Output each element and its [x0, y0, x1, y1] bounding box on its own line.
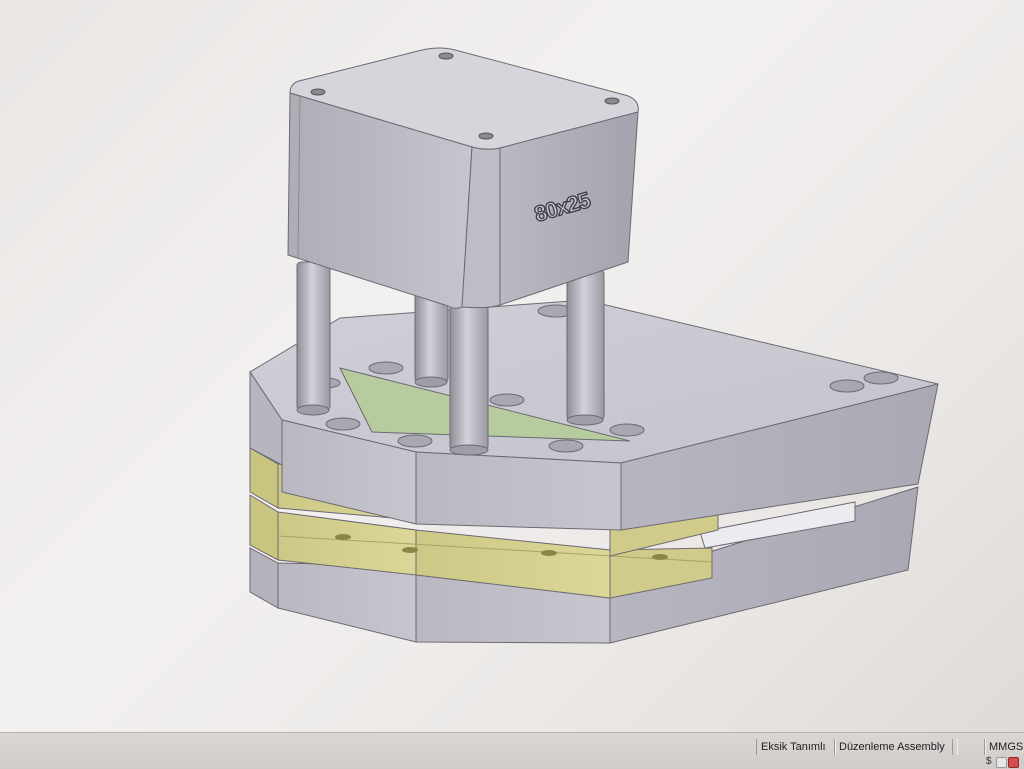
guide-pillar[interactable]	[449, 299, 489, 451]
status-empty-field	[952, 739, 986, 755]
guide-pillar[interactable]	[566, 269, 605, 421]
graphics-viewport[interactable]: 80x25	[0, 0, 1024, 735]
assembly-model[interactable]: 80x25	[0, 0, 1024, 735]
status-edit-mode[interactable]: Düzenleme Assembly	[834, 739, 958, 755]
status-bar: Eksik Tanımlı Düzenleme Assembly MMGS $	[0, 732, 1024, 769]
guide-pillar[interactable]	[296, 261, 331, 411]
status-indicator-red-icon[interactable]	[1008, 757, 1019, 768]
status-missing-definition[interactable]: Eksik Tanımlı	[756, 739, 836, 755]
status-indicator-icon[interactable]	[996, 757, 1007, 768]
status-units[interactable]: MMGS	[984, 739, 1024, 755]
dollar-icon[interactable]: $	[986, 757, 994, 767]
punch-holder-block[interactable]: 80x25	[287, 47, 639, 309]
